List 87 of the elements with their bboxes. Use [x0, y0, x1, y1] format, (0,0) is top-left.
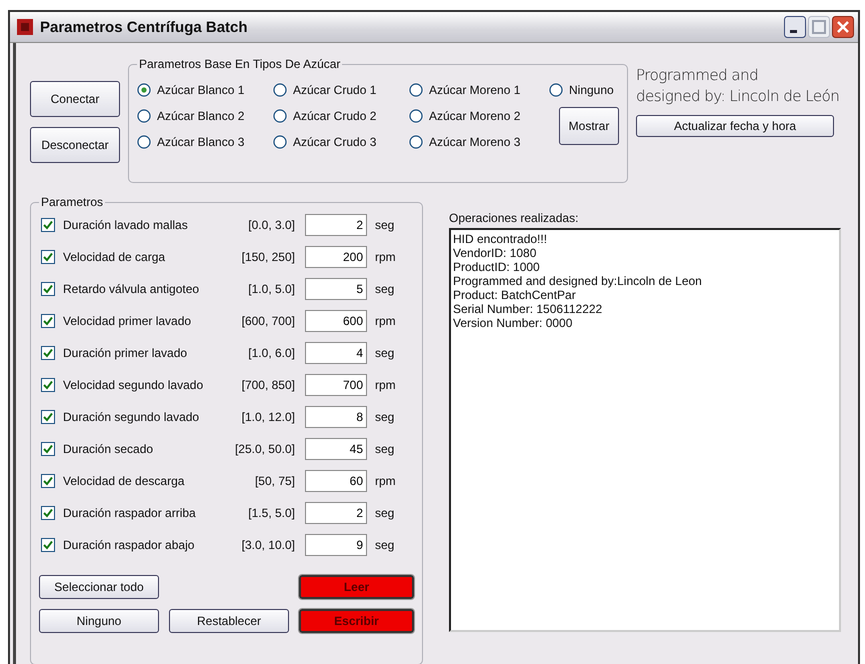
- checkbox[interactable]: [41, 410, 55, 424]
- range-text: [50, 75]: [254, 474, 295, 488]
- checkbox[interactable]: [41, 378, 55, 392]
- checkbox[interactable]: [41, 442, 55, 456]
- checkbox[interactable]: [41, 314, 55, 328]
- value-field[interactable]: 45: [305, 438, 367, 460]
- radio-option[interactable]: Azúcar Blanco 2: [137, 109, 273, 123]
- log-label: Operaciones realizadas:: [449, 211, 580, 225]
- unit-text: seg: [375, 538, 394, 552]
- radio-option[interactable]: Azúcar Blanco 3: [137, 135, 273, 149]
- radio-option[interactable]: Azúcar Crudo 2: [273, 109, 409, 123]
- radio-option[interactable]: Azúcar Crudo 1: [273, 83, 409, 97]
- parameter-label: Velocidad de carga: [63, 250, 166, 264]
- range-text: [1.5, 5.0]: [247, 506, 295, 520]
- range-text: [1.0, 12.0]: [240, 410, 295, 424]
- unit-text: seg: [375, 410, 394, 424]
- radio-option[interactable]: Azúcar Blanco 1: [137, 83, 273, 97]
- checkbox[interactable]: [41, 506, 55, 520]
- parameter-label: Retardo válvula antigoteo: [63, 282, 200, 296]
- checkbox[interactable]: [41, 250, 55, 264]
- unit-text: seg: [375, 506, 394, 520]
- radio-option[interactable]: Azúcar Moreno 1: [409, 83, 549, 97]
- range-text: [600, 700]: [240, 314, 295, 328]
- checkbox[interactable]: [41, 538, 55, 552]
- unit-text: rpm: [375, 314, 396, 328]
- action-button[interactable]: Ninguno: [39, 609, 159, 633]
- value-field[interactable]: 600: [305, 310, 367, 332]
- parameter-label: Duración raspador abajo: [63, 538, 196, 552]
- log-line: Product: BatchCentPar: [453, 288, 577, 302]
- log-line: Programmed and designed by:Lincoln de Leon: [453, 274, 703, 288]
- parameter-label: Duración primer lavado: [63, 346, 188, 360]
- range-text: [25.0, 50.0]: [234, 442, 295, 456]
- window-title: Parametros Centrífuga Batch: [40, 18, 249, 36]
- minimize-icon[interactable]: [784, 16, 806, 38]
- checkbox[interactable]: [41, 346, 55, 360]
- parameter-label: Duración lavado mallas: [63, 218, 189, 232]
- unit-text: rpm: [375, 378, 396, 392]
- author-note: Programmed and designed by: Lincoln de León: [636, 65, 840, 107]
- group-title: Parametros Base En Tipos De Azúcar: [138, 57, 342, 71]
- range-text: [0.0, 3.0]: [247, 218, 295, 232]
- value-field[interactable]: 9: [305, 534, 367, 556]
- log-line: Serial Number: 1506112222: [453, 302, 604, 316]
- action-button[interactable]: Seleccionar todo: [39, 575, 159, 599]
- close-icon[interactable]: [832, 16, 854, 38]
- value-field[interactable]: 2: [305, 214, 367, 236]
- unit-text: seg: [375, 218, 394, 232]
- log-line: HID encontrado!!!: [453, 232, 548, 246]
- radio-option[interactable]: Azúcar Moreno 3: [409, 135, 549, 149]
- connection-button[interactable]: Desconectar: [30, 127, 120, 163]
- show-button[interactable]: Mostrar: [559, 107, 619, 145]
- action-button[interactable]: Restablecer: [169, 609, 289, 633]
- unit-text: rpm: [375, 250, 396, 264]
- checkbox[interactable]: [41, 282, 55, 296]
- update-datetime-button[interactable]: Actualizar fecha y hora: [636, 115, 834, 137]
- value-field[interactable]: 700: [305, 374, 367, 396]
- log-line: VendorID: 1080: [453, 246, 538, 260]
- checkbox[interactable]: [41, 218, 55, 232]
- unit-text: seg: [375, 282, 394, 296]
- range-text: [3.0, 10.0]: [240, 538, 295, 552]
- parameter-label: Duración segundo lavado: [63, 410, 200, 424]
- group-title: Parametros: [40, 195, 104, 209]
- parameter-label: Duración secado: [63, 442, 154, 456]
- range-text: [1.0, 6.0]: [247, 346, 295, 360]
- parameter-label: Velocidad primer lavado: [63, 314, 192, 328]
- value-field[interactable]: 2: [305, 502, 367, 524]
- checkbox[interactable]: [41, 474, 55, 488]
- range-text: [150, 250]: [240, 250, 295, 264]
- radio-option[interactable]: Azúcar Crudo 3: [273, 135, 409, 149]
- connection-button[interactable]: Conectar: [30, 81, 120, 117]
- unit-text: seg: [375, 442, 394, 456]
- value-field[interactable]: 8: [305, 406, 367, 428]
- log-line: ProductID: 1000: [453, 260, 541, 274]
- parameter-label: Duración raspador arriba: [63, 506, 197, 520]
- log-line: Version Number: 0000: [453, 316, 574, 330]
- unit-text: seg: [375, 346, 394, 360]
- value-field[interactable]: 4: [305, 342, 367, 364]
- parameter-label: Velocidad de descarga: [63, 474, 186, 488]
- radio-option[interactable]: Ninguno: [549, 83, 619, 97]
- value-field[interactable]: 200: [305, 246, 367, 268]
- radio-option[interactable]: Azúcar Moreno 2: [409, 109, 549, 123]
- app-icon: [16, 18, 34, 36]
- range-text: [1.0, 5.0]: [247, 282, 295, 296]
- value-field[interactable]: 5: [305, 278, 367, 300]
- unit-text: rpm: [375, 474, 396, 488]
- parameter-label: Velocidad segundo lavado: [63, 378, 204, 392]
- value-field[interactable]: 60: [305, 470, 367, 492]
- range-text: [700, 850]: [240, 378, 295, 392]
